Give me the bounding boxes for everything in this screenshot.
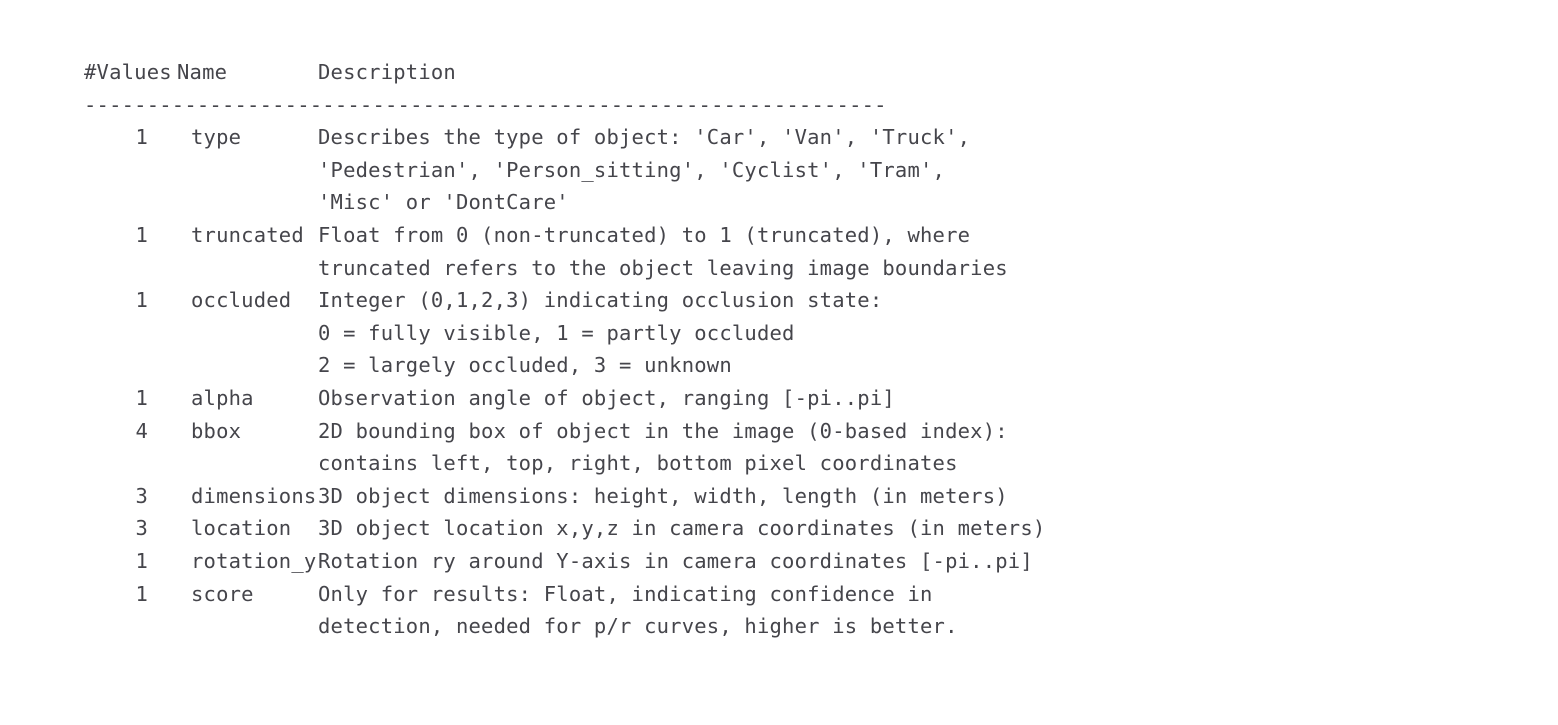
column-header-description: Description: [318, 60, 456, 84]
row-values-count: 1: [135, 125, 148, 150]
table-row: 3 dimensions 3D object dimensions: height,…: [84, 480, 1504, 513]
table-row: 1 alpha Observation angle of object, rangi…: [84, 382, 1504, 415]
row-values-count: 1: [135, 222, 148, 247]
row-description: Observation angle of object, ranging [-p…: [318, 382, 1504, 415]
header-divider: ----------------------------------------…: [84, 92, 887, 117]
description-line: 2D bounding box of object in the image (…: [318, 418, 1008, 443]
row-values-count: 1: [135, 581, 148, 606]
row-description: Integer (0,1,2,3) indicating occlusion s…: [318, 284, 1504, 382]
row-field-name: occluded: [191, 288, 292, 313]
table-row: 1 rotation_y Rotation ry around Y-axis in …: [84, 545, 1504, 578]
row-field-name: truncated: [191, 222, 304, 247]
row-field-name: rotation_y: [191, 548, 317, 573]
row-field-name: score: [191, 581, 254, 606]
row-description: Float from 0 (non-truncated) to 1 (trunc…: [318, 219, 1504, 284]
table-row: 1 occluded Integer (0,1,2,3) indicating oc…: [84, 284, 1504, 382]
table-row: 1 truncated Float from 0 (non-truncated) t…: [84, 219, 1504, 284]
row-description: Only for results: Float, indicating conf…: [318, 578, 1504, 643]
description-line: 2 = largely occluded, 3 = unknown: [318, 353, 732, 378]
row-description: 3D object dimensions: height, width, len…: [318, 480, 1504, 513]
row-description: Describes the type of object: 'Car', 'Va…: [318, 121, 1504, 219]
table-row: 1 score Only for results: Float, indicatin…: [84, 578, 1504, 643]
label-format-table: #Values Name Description ---------------…: [84, 56, 1504, 643]
description-line: 'Misc' or 'DontCare': [318, 190, 569, 215]
row-values-count: 4: [135, 418, 148, 443]
row-field-name: alpha: [191, 385, 254, 410]
description-line: contains left, top, right, bottom pixel …: [318, 451, 958, 476]
row-values-count: 3: [135, 516, 148, 541]
row-values-count: 1: [135, 548, 148, 573]
description-line: Float from 0 (non-truncated) to 1 (trunc…: [318, 222, 971, 247]
description-line: Rotation ry around Y-axis in camera coor…: [318, 548, 1033, 573]
column-header-name: Name: [177, 60, 228, 84]
table-row: 4 bbox 2D bounding box of object in the im…: [84, 415, 1504, 480]
table-body: 1 type Describes the type of object: 'Car'…: [84, 121, 1504, 643]
description-line: truncated refers to the object leaving i…: [318, 255, 1008, 280]
row-description: Rotation ry around Y-axis in camera coor…: [318, 545, 1504, 578]
label-format-document: #Values Name Description ---------------…: [0, 0, 1558, 725]
row-field-name: bbox: [191, 418, 242, 443]
description-line: 3D object dimensions: height, width, len…: [318, 483, 1008, 508]
table-row: 3 location 3D object location x,y,z in cam…: [84, 512, 1504, 545]
row-field-name: location: [191, 516, 292, 541]
row-description: 2D bounding box of object in the image (…: [318, 415, 1504, 480]
row-values-count: 1: [135, 385, 148, 410]
row-description: 3D object location x,y,z in camera coord…: [318, 512, 1504, 545]
description-line: Describes the type of object: 'Car', 'Va…: [318, 125, 971, 150]
table-row: 1 type Describes the type of object: 'Car'…: [84, 121, 1504, 219]
description-line: 0 = fully visible, 1 = partly occluded: [318, 320, 795, 345]
description-line: Integer (0,1,2,3) indicating occlusion s…: [318, 288, 883, 313]
description-line: Observation angle of object, ranging [-p…: [318, 385, 895, 410]
description-line: 3D object location x,y,z in camera coord…: [318, 516, 1046, 541]
row-values-count: 3: [135, 483, 148, 508]
description-line: detection, needed for p/r curves, higher…: [318, 614, 958, 639]
table-header-row: #Values Name Description: [84, 56, 1504, 89]
description-line: 'Pedestrian', 'Person_sitting', 'Cyclist…: [318, 157, 946, 182]
row-values-count: 1: [135, 288, 148, 313]
row-field-name: dimensions: [191, 483, 317, 508]
description-line: Only for results: Float, indicating conf…: [318, 581, 933, 606]
column-header-values: #Values: [84, 60, 172, 84]
row-field-name: type: [191, 125, 242, 150]
